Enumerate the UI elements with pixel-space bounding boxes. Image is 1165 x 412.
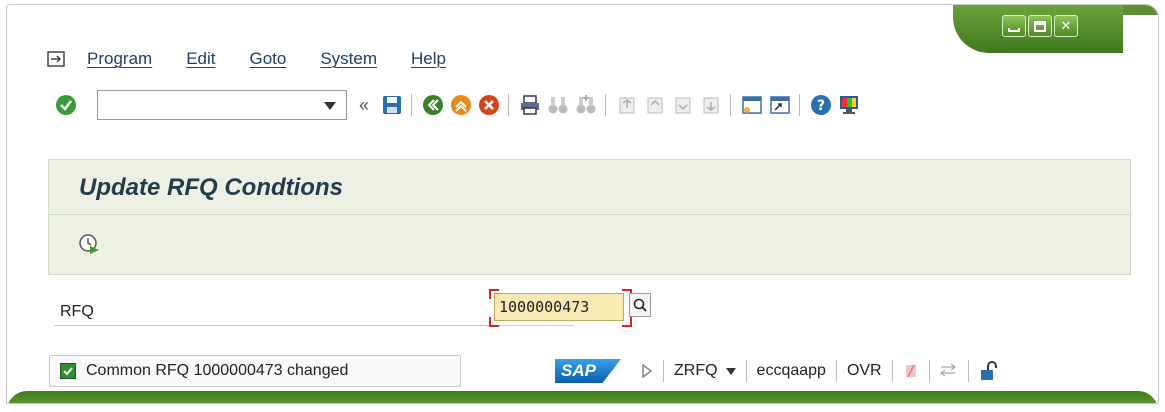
menu-edit[interactable]: Edit [186, 49, 215, 69]
next-page-icon [675, 97, 691, 114]
menu-system[interactable]: System [320, 49, 377, 69]
help-icon: ? [811, 95, 832, 115]
success-check-icon [60, 363, 76, 379]
server-name: eccqaapp [756, 362, 826, 379]
save-button[interactable] [379, 92, 405, 118]
toolbar-separator [799, 94, 801, 116]
new-session-button[interactable] [739, 92, 765, 118]
sap-logo: SAP [555, 359, 621, 383]
status-message-text: Common RFQ 1000000473 changed [86, 362, 349, 379]
transaction-code: ZRFQ [674, 362, 718, 379]
toolbar-separator [730, 94, 732, 116]
collapse-toggle[interactable]: « [359, 95, 369, 116]
menu-goto[interactable]: Goto [249, 49, 286, 69]
print-button[interactable] [517, 92, 543, 118]
value-help-button[interactable] [629, 293, 651, 317]
standard-toolbar: « ? [51, 89, 862, 121]
menu-help[interactable]: Help [411, 49, 446, 69]
last-page-icon [703, 97, 719, 114]
execute-clock-icon [79, 234, 99, 254]
cancel-button[interactable] [476, 92, 502, 118]
system-info-area: SAP ZRFQ eccqaapp OVR [555, 355, 997, 387]
print-icon [521, 95, 540, 115]
svg-text:?: ? [817, 98, 825, 114]
minimize-icon [1008, 28, 1020, 32]
find-next-button [573, 92, 599, 118]
sap-window: ✕ Program Edit Goto System Help « ? Upda… [6, 4, 1159, 404]
maximize-button[interactable] [1028, 15, 1052, 37]
menu-program[interactable]: Program [87, 49, 152, 69]
chevron-down-icon[interactable] [725, 367, 736, 375]
toolbar-separator [605, 94, 607, 116]
monitor-icon [840, 96, 859, 114]
shortcut-icon [770, 96, 790, 114]
chevron-down-icon[interactable] [324, 102, 336, 110]
last-page-button [698, 92, 724, 118]
first-page-icon [619, 97, 635, 114]
close-icon: ✕ [1060, 18, 1072, 33]
minimize-button[interactable] [1002, 15, 1026, 37]
status-separator [835, 360, 837, 382]
execute-button[interactable] [77, 232, 101, 261]
rfq-input[interactable]: 1000000473 [494, 293, 624, 321]
expand-status-icon[interactable] [641, 364, 653, 378]
menu-bar: Program Edit Goto System Help [47, 49, 480, 69]
status-separator [928, 360, 930, 382]
toolbar-separator [411, 94, 413, 116]
close-button[interactable]: ✕ [1054, 15, 1078, 37]
window-bottom-bar [7, 391, 1158, 403]
status-separator [663, 360, 664, 382]
status-message[interactable]: Common RFQ 1000000473 changed [49, 355, 461, 387]
binoculars-plus-icon [576, 95, 596, 114]
previous-page-icon [647, 97, 663, 114]
exit-icon [451, 95, 472, 115]
menu-toggle-icon[interactable] [47, 51, 65, 67]
enter-button[interactable] [53, 92, 79, 118]
connection-icon [905, 364, 916, 378]
back-icon [423, 95, 444, 115]
next-page-button [670, 92, 696, 118]
insert-mode[interactable]: OVR [847, 362, 882, 380]
shortcut-button[interactable] [767, 92, 793, 118]
back-button[interactable] [420, 92, 446, 118]
find-button [545, 92, 571, 118]
status-bar: Common RFQ 1000000473 changed SAP ZRFQ e… [7, 349, 1158, 389]
screen-header-panel: Update RFQ Condtions [48, 159, 1131, 275]
status-separator [967, 360, 969, 382]
new-session-icon [742, 96, 762, 114]
command-field[interactable] [97, 90, 347, 120]
toolbar-separator [508, 94, 510, 116]
status-separator [745, 360, 747, 382]
cancel-icon [479, 95, 500, 115]
binoculars-icon [548, 97, 568, 114]
search-icon [633, 298, 647, 312]
tab-arrow-icon [939, 363, 956, 377]
first-page-button [614, 92, 640, 118]
customize-layout-button[interactable] [836, 92, 862, 118]
save-icon [383, 96, 402, 114]
window-buttons: ✕ [1002, 15, 1078, 37]
exit-button[interactable] [448, 92, 474, 118]
rfq-field-row: RFQ 1000000473 [48, 275, 1131, 327]
rfq-label: RFQ [60, 303, 94, 320]
page-title: Update RFQ Condtions [79, 174, 343, 201]
unlock-icon[interactable] [979, 361, 997, 381]
help-button[interactable]: ? [808, 92, 834, 118]
checkmark-icon [56, 95, 76, 115]
status-separator [891, 360, 893, 382]
previous-page-button [642, 92, 668, 118]
panel-divider [49, 214, 1130, 215]
maximize-icon [1034, 20, 1046, 32]
